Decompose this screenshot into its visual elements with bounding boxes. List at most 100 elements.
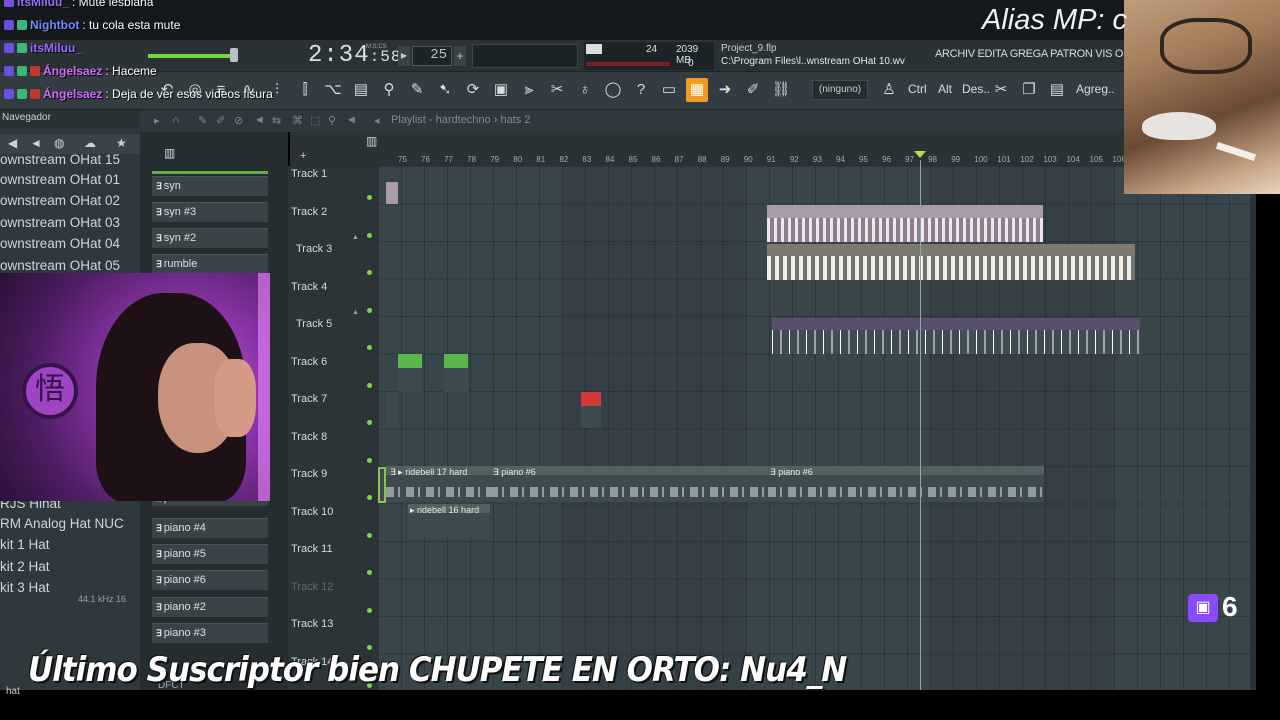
browser-item[interactable]: ownstream OHat 01 (0, 172, 120, 187)
tempo-arrow-icon[interactable]: ▶ (398, 46, 410, 66)
playlist-scrollbar[interactable] (1250, 194, 1256, 690)
undo-text-button[interactable]: Des.. (962, 82, 990, 96)
clip-track3[interactable] (767, 256, 1135, 280)
clip-track1[interactable] (386, 182, 398, 204)
channel-item[interactable]: ∃ piano #5 (152, 544, 268, 564)
link-icon[interactable]: ⛓ (770, 78, 792, 102)
playback-tool-icon[interactable]: ◄ (346, 114, 357, 126)
track-led-icon[interactable] (367, 495, 372, 500)
copy-icon[interactable]: ❐ (1018, 78, 1040, 102)
track-label[interactable]: Track 9 (291, 468, 327, 480)
clip-track2[interactable] (767, 218, 1043, 242)
cut-tool-icon[interactable]: ✂ (990, 78, 1012, 102)
track-led-icon[interactable] (367, 570, 372, 575)
paste-icon[interactable]: ▤ (1046, 78, 1068, 102)
chat-icon[interactable]: ◯ (602, 78, 624, 102)
alt-key[interactable]: Alt (938, 82, 952, 96)
track-led-icon[interactable] (367, 382, 372, 388)
cloud-icon[interactable]: ☁ (84, 136, 96, 150)
piano-roll-icon[interactable]: ▥ (164, 146, 175, 160)
track-label[interactable]: Track 6 (291, 356, 327, 368)
zoom-tool-icon[interactable]: ⚲ (328, 114, 336, 127)
tempo-plus-button[interactable]: + (454, 46, 466, 66)
browser-item[interactable]: kit 1 Hat (0, 537, 50, 552)
clip-track6-b[interactable] (444, 354, 468, 368)
select-tool-icon[interactable]: ⬚ (310, 114, 320, 127)
clip-track2-header[interactable] (767, 205, 1043, 218)
arrow-right-icon[interactable]: ➜ (714, 78, 736, 102)
track-label[interactable]: Track 13 (291, 618, 333, 630)
track-label[interactable]: Track 4 (291, 281, 327, 293)
track-expand-icon[interactable]: ▲ (352, 309, 359, 316)
track-led-icon[interactable] (367, 270, 372, 275)
slip-tool-icon[interactable]: ⇆ (272, 114, 281, 127)
track-led-icon[interactable] (367, 607, 372, 613)
mixer-icon[interactable]: ⫸ (518, 78, 540, 102)
ctrl-key[interactable]: Ctrl (908, 82, 927, 96)
file-icon[interactable]: ▤ (350, 78, 372, 102)
channel-item[interactable]: ∃ syn #3 (152, 202, 268, 222)
browser-item[interactable]: ownstream OHat 04 (0, 236, 120, 251)
paint-tool-icon[interactable]: ✐ (216, 114, 225, 127)
channel-item[interactable]: ∃ syn (152, 176, 268, 196)
mic-icon[interactable]: ♁ (574, 78, 596, 102)
track-led-icon[interactable] (367, 457, 372, 463)
pencil-icon[interactable]: ✐ (742, 78, 764, 102)
stamp-icon[interactable]: ♙ (878, 78, 900, 102)
refresh-icon[interactable]: ⟳ (462, 78, 484, 102)
clip-track3-header[interactable] (767, 244, 1135, 256)
clip-track7-a[interactable] (386, 392, 398, 428)
playlist-icon[interactable]: ▦ (686, 78, 708, 102)
master-volume-knob[interactable] (230, 48, 238, 62)
routing-icon[interactable]: ⫿ (294, 78, 316, 102)
clip-track5[interactable] (772, 330, 1140, 354)
track-label[interactable]: Track 3 (296, 243, 332, 255)
browser-item[interactable]: ownstream OHat 05 (0, 258, 120, 273)
save-icon[interactable]: ▣ (490, 78, 512, 102)
track-led-icon[interactable] (367, 307, 372, 313)
pattern-grid-icon[interactable]: ▥ (366, 134, 377, 148)
arrow-left-icon[interactable]: ◀ (8, 136, 17, 150)
track-label[interactable]: Track 8 (291, 431, 327, 443)
track-label[interactable]: Track 12 (291, 581, 333, 593)
track-led-icon[interactable] (367, 532, 372, 538)
clip-track5-header[interactable] (772, 318, 1140, 330)
brush-icon[interactable]: ✎ (406, 78, 428, 102)
channel-item[interactable]: ∃ rumble (152, 254, 268, 274)
speaker-icon[interactable]: ➷ (434, 78, 456, 102)
playhead-marker[interactable] (914, 151, 926, 158)
clip-track9-start[interactable] (378, 467, 386, 503)
track-label[interactable]: Track 7 (291, 393, 327, 405)
master-volume-slider[interactable] (148, 54, 238, 58)
channel-item[interactable]: ∃ piano #3 (152, 623, 268, 643)
browser-item[interactable]: ownstream OHat 15 (0, 152, 120, 167)
snap-select[interactable]: (ninguno) (812, 80, 868, 100)
channel-item[interactable]: ∃ piano #4 (152, 518, 268, 538)
cut-icon[interactable]: ✂ (546, 78, 568, 102)
speaker-browser-icon[interactable]: ◄ (30, 136, 42, 150)
clip-track6-a[interactable] (398, 354, 422, 368)
globe-icon[interactable]: ◍ (54, 136, 64, 150)
track-label[interactable]: Track 5 (296, 318, 332, 330)
pattern-selector[interactable] (472, 44, 578, 68)
slice-tool-icon[interactable]: ⌘ (292, 114, 303, 127)
browser-search-field[interactable]: hat (6, 686, 20, 697)
track-led-icon[interactable] (367, 232, 372, 238)
browser-item[interactable]: RM Analog Hat NUC (0, 516, 124, 531)
browser-item[interactable]: kit 3 Hat (0, 580, 50, 592)
browser-item[interactable]: ownstream OHat 03 (0, 215, 120, 230)
help-icon[interactable]: ? (630, 78, 652, 102)
delete-tool-icon[interactable]: ⊘ (234, 114, 243, 127)
tempo-field[interactable]: 25 (412, 46, 452, 66)
draw-tool-icon[interactable]: ✎ (198, 114, 207, 127)
window-icon[interactable]: ▭ (658, 78, 680, 102)
mute-tool-icon[interactable]: ◄ (254, 114, 265, 126)
track-led-icon[interactable] (367, 195, 372, 200)
channel-item[interactable]: ∃ piano #2 (152, 597, 268, 617)
track-label[interactable]: Track 2 (291, 206, 327, 218)
clip-track6-a-body[interactable] (398, 368, 422, 392)
add-track-icon[interactable]: + (300, 150, 306, 162)
track-label[interactable]: Track 11 (291, 543, 333, 555)
clip-track7-b-body[interactable] (581, 406, 601, 428)
clip-track7-b[interactable] (581, 392, 601, 406)
